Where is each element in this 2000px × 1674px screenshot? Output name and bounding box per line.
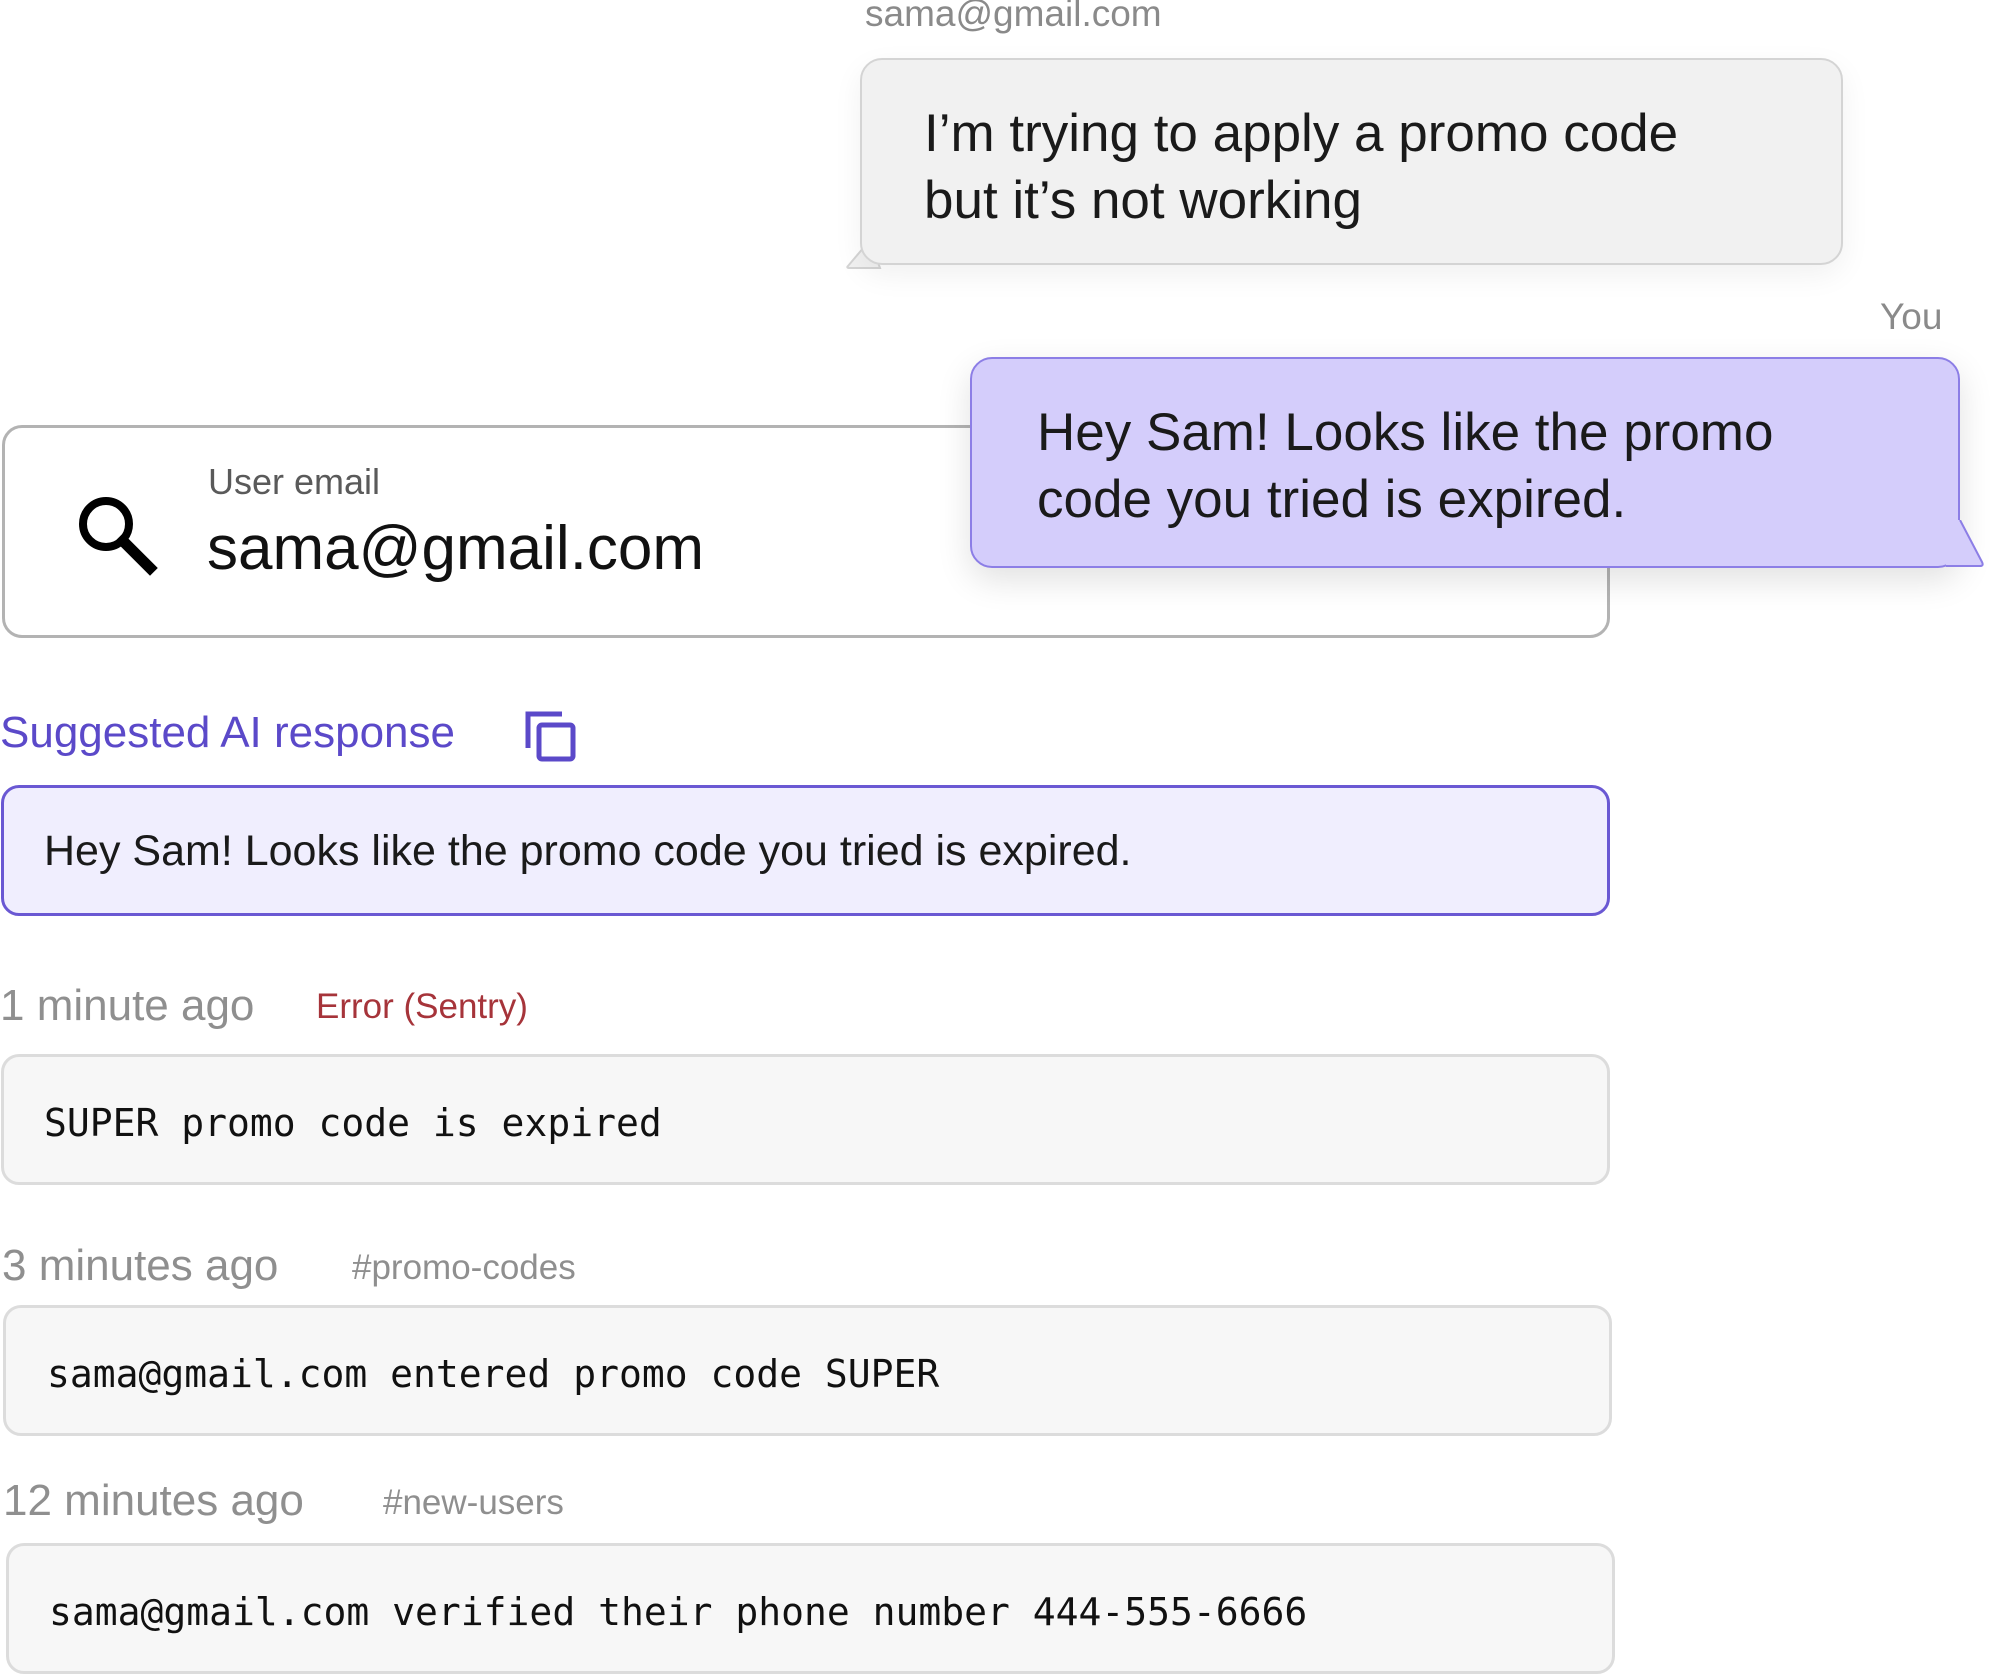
suggested-ai-response-heading: Suggested AI response (0, 708, 455, 757)
event-message: sama@gmail.com verified their phone numb… (49, 1590, 1308, 1634)
event-message-box: sama@gmail.com verified their phone numb… (6, 1543, 1615, 1674)
outgoing-message-line: code you tried is expired. (1037, 470, 1627, 529)
outgoing-message-line: Hey Sam! Looks like the promo (1037, 403, 1774, 462)
suggested-ai-response-text[interactable]: Hey Sam! Looks like the promo code you t… (1, 785, 1610, 916)
outgoing-bubble-tail (1944, 520, 1986, 570)
event-message: SUPER promo code is expired (44, 1101, 662, 1145)
event-message: sama@gmail.com entered promo code SUPER (47, 1352, 940, 1396)
search-icon (79, 497, 158, 576)
outgoing-sender-label: You (1880, 296, 1943, 337)
event-channel-label: #promo-codes (352, 1248, 576, 1287)
incoming-message-bubble: I’m trying to apply a promo code but it’… (860, 58, 1843, 265)
event-source-label: Error (Sentry) (316, 987, 528, 1026)
outgoing-message-bubble: Hey Sam! Looks like the promo code you t… (970, 357, 1960, 568)
search-field-label: User email (208, 461, 381, 502)
event-channel-label: #new-users (383, 1483, 564, 1522)
incoming-sender-email: sama@gmail.com (865, 0, 1162, 34)
event-message-box: SUPER promo code is expired (1, 1054, 1610, 1185)
event-message-box: sama@gmail.com entered promo code SUPER (3, 1305, 1612, 1436)
search-input-value[interactable]: sama@gmail.com (207, 512, 704, 586)
incoming-message-line: I’m trying to apply a promo code (924, 104, 1679, 163)
event-timestamp: 12 minutes ago (3, 1476, 304, 1525)
event-timestamp: 3 minutes ago (2, 1241, 279, 1290)
incoming-message-line: but it’s not working (924, 171, 1362, 230)
copy-icon[interactable] (524, 710, 578, 764)
event-timestamp: 1 minute ago (0, 981, 255, 1030)
